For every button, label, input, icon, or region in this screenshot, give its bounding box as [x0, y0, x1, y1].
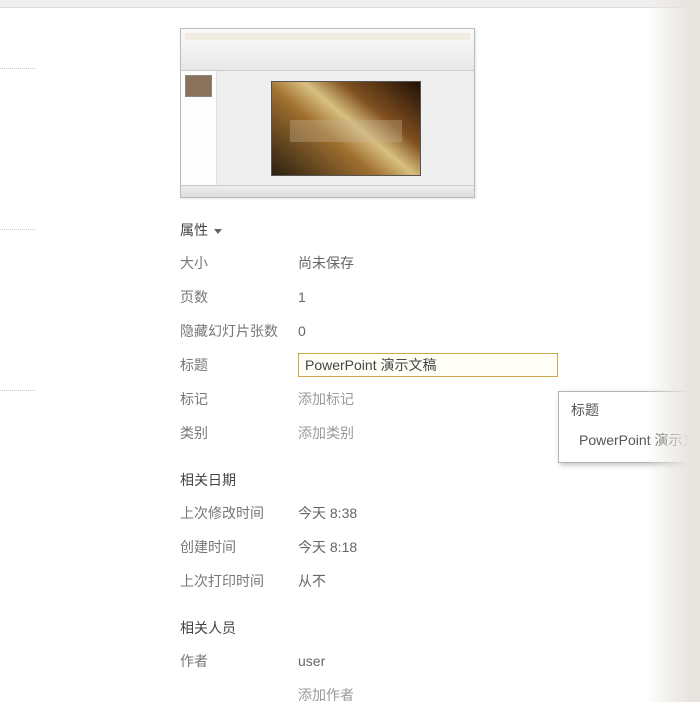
hidden-slides-label: 隐藏幻灯片张数	[180, 321, 298, 341]
hidden-slides-row: 隐藏幻灯片张数 0	[180, 320, 690, 342]
tags-placeholder[interactable]: 添加标记	[298, 389, 354, 409]
pages-value: 1	[298, 289, 306, 305]
tooltip-title: 标题	[571, 400, 700, 420]
tags-label: 标记	[180, 389, 298, 409]
properties-label: 属性	[180, 222, 208, 238]
modified-label: 上次修改时间	[180, 503, 298, 523]
chevron-down-icon	[214, 229, 222, 234]
category-label: 类别	[180, 423, 298, 443]
pages-row: 页数 1	[180, 286, 690, 308]
size-value: 尚未保存	[298, 253, 354, 273]
tooltip-body: PowerPoint 演示文稿	[571, 430, 700, 450]
modified-value: 今天 8:38	[298, 503, 357, 523]
created-label: 创建时间	[180, 537, 298, 557]
window-top-bar	[0, 0, 700, 8]
thumbnail-sidebar	[181, 71, 217, 185]
related-people-header: 相关人员	[180, 618, 690, 638]
thumbnail-slide-area	[217, 71, 474, 185]
size-label: 大小	[180, 253, 298, 273]
title-tooltip: 标题 PowerPoint 演示文稿	[558, 391, 700, 463]
thumbnail-ribbon	[181, 29, 474, 71]
pages-label: 页数	[180, 287, 298, 307]
modified-row: 上次修改时间 今天 8:38	[180, 502, 690, 524]
author-label: 作者	[180, 651, 298, 671]
add-author-row: 添加作者	[180, 684, 690, 706]
author-row: 作者 user	[180, 650, 690, 672]
title-label: 标题	[180, 355, 298, 375]
add-author-placeholder[interactable]: 添加作者	[298, 685, 354, 705]
thumbnail-slide	[271, 81, 421, 176]
nav-divider	[0, 390, 35, 391]
properties-header[interactable]: 属性	[180, 220, 690, 240]
created-row: 创建时间 今天 8:18	[180, 536, 690, 558]
title-input[interactable]: PowerPoint 演示文稿	[298, 353, 558, 377]
thumbnail-slide-mini	[185, 75, 212, 97]
created-value: 今天 8:18	[298, 537, 357, 557]
title-value: PowerPoint 演示文稿	[305, 355, 436, 375]
thumbnail-statusbar	[181, 185, 474, 197]
related-dates-header: 相关日期	[180, 470, 690, 490]
title-row: 标题 PowerPoint 演示文稿	[180, 354, 690, 376]
author-value: user	[298, 653, 325, 669]
nav-divider	[0, 68, 35, 69]
printed-label: 上次打印时间	[180, 571, 298, 591]
left-nav-column	[0, 8, 150, 702]
document-thumbnail[interactable]	[180, 28, 475, 198]
printed-row: 上次打印时间 从不	[180, 570, 690, 592]
category-placeholder[interactable]: 添加类别	[298, 423, 354, 443]
printed-value: 从不	[298, 571, 326, 591]
nav-divider	[0, 229, 35, 230]
hidden-slides-value: 0	[298, 323, 306, 339]
size-row: 大小 尚未保存	[180, 252, 690, 274]
